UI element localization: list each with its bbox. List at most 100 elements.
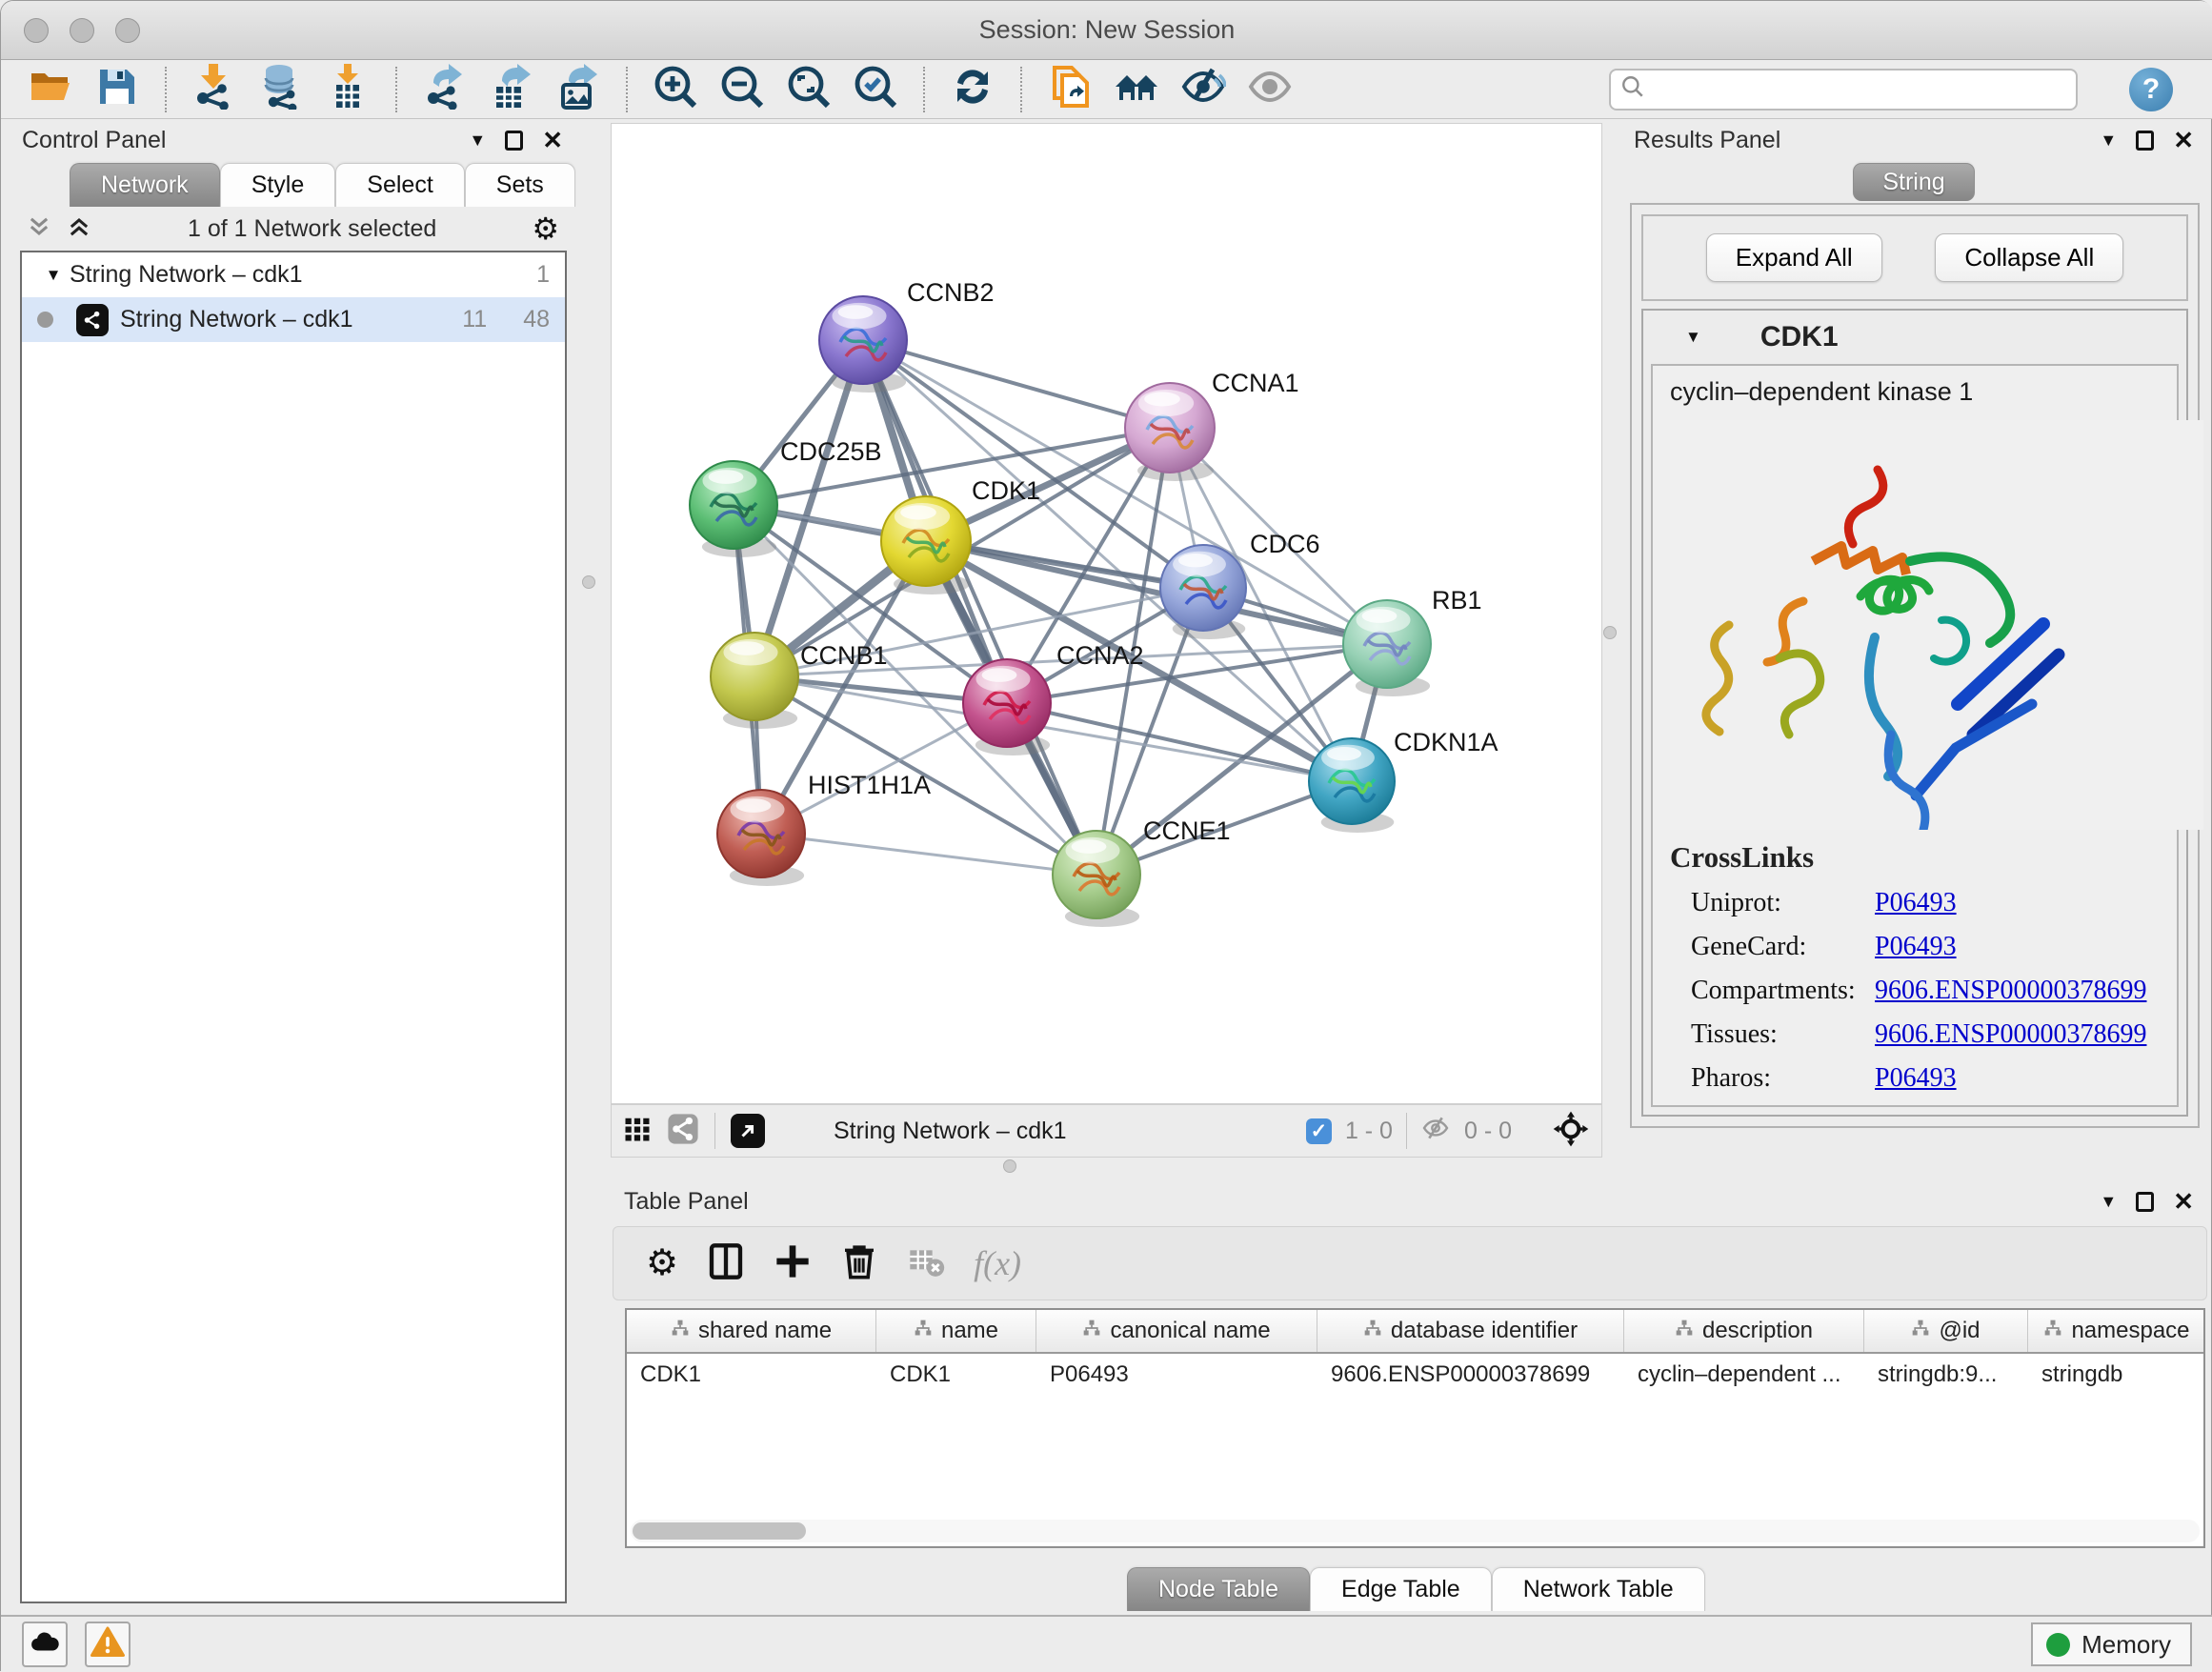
network-node-hist1h1a[interactable] [717,790,805,886]
add-column-icon[interactable] [774,1242,812,1285]
warning-status-button[interactable] [85,1622,131,1667]
collapse-all-icon[interactable] [26,213,52,245]
tab-network[interactable]: Network [70,163,220,207]
panel-close-icon[interactable]: ✕ [2173,128,2194,152]
network-canvas[interactable]: CCNB2CCNA1CDC25BCDK1CDC6RB1CCNB1CCNA2CDK… [611,123,1602,1104]
cloud-status-button[interactable] [22,1622,68,1667]
column-header[interactable]: @id [1864,1310,2028,1352]
import-network-database-button[interactable] [254,64,308,115]
splitter-grip[interactable] [1603,626,1617,639]
close-window-button[interactable] [24,18,49,43]
panel-menu-icon[interactable]: ▼ [2100,1192,2117,1212]
maximize-window-button[interactable] [115,18,140,43]
column-header[interactable]: namespace [2028,1310,2205,1352]
import-table-button[interactable] [321,64,374,115]
export-network-button[interactable] [418,64,472,115]
tab-node-table[interactable]: Node Table [1127,1567,1310,1611]
cell-description[interactable]: cyclin–dependent ... [1624,1354,1864,1396]
panel-menu-icon[interactable]: ▼ [469,131,486,151]
network-node-ccna1[interactable] [1125,383,1215,481]
network-node-cdk1[interactable] [881,496,971,594]
tab-style[interactable]: Style [220,163,336,207]
detach-view-button[interactable] [731,1114,765,1148]
tab-edge-table[interactable]: Edge Table [1310,1567,1492,1611]
crosslink-link[interactable]: 9606.ENSP00000378699 [1875,1019,2146,1050]
show-columns-icon[interactable] [707,1242,745,1285]
cell-id[interactable]: stringdb:9... [1864,1354,2028,1396]
tab-select[interactable]: Select [335,163,464,207]
expand-all-button[interactable]: Expand All [1706,233,1882,282]
cell-shared-name[interactable]: CDK1 [627,1354,876,1396]
network-share-icon[interactable] [667,1113,699,1150]
open-session-button[interactable] [24,64,77,115]
network-node-cdkn1a[interactable] [1309,738,1395,833]
hide-glass-button[interactable] [1176,64,1230,115]
network-node-ccne1[interactable] [1053,831,1140,927]
apply-layout-button[interactable] [946,64,999,115]
tab-network-table[interactable]: Network Table [1492,1567,1705,1611]
crosslink-link[interactable]: P06493 [1875,1063,1957,1094]
panel-close-icon[interactable]: ✕ [2173,1189,2194,1214]
crosslink-link[interactable]: 9606.ENSP00000378699 [1875,976,2146,1006]
delete-column-icon[interactable] [840,1242,878,1285]
export-table-button[interactable] [485,64,538,115]
splitter-grip[interactable] [582,575,595,589]
table-row[interactable]: CDK1 CDK1 P06493 9606.ENSP00000378699 cy… [627,1354,2203,1396]
help-button[interactable]: ? [2129,68,2173,111]
home-button[interactable] [1110,64,1163,115]
gear-icon[interactable]: ⚙ [532,213,559,244]
collapse-all-button[interactable]: Collapse All [1935,233,2123,282]
zoom-out-button[interactable] [715,64,769,115]
network-node-cdc6[interactable] [1160,545,1246,639]
panel-close-icon[interactable]: ✕ [542,128,563,152]
search-input[interactable] [1653,76,2053,103]
horizontal-scrollbar[interactable] [631,1520,2200,1542]
network-row[interactable]: String Network – cdk1 11 48 [22,297,565,342]
selected-checkbox-icon[interactable]: ✓ [1306,1118,1332,1144]
gene-entry-header[interactable]: ▼ CDK1 [1643,311,2186,364]
panel-float-icon[interactable] [2136,1192,2154,1212]
crosslink-link[interactable]: P06493 [1875,888,1957,918]
column-header[interactable]: shared name [627,1310,876,1352]
expand-all-icon[interactable] [66,213,92,245]
zoom-selected-button[interactable] [849,64,902,115]
column-header[interactable]: database identifier [1317,1310,1624,1352]
network-node-ccnb1[interactable] [711,633,798,729]
save-session-button[interactable] [90,64,144,115]
table-settings-gear-icon[interactable]: ⚙ [646,1245,678,1281]
open-recent-session-button[interactable] [1043,64,1096,115]
column-header[interactable]: name [876,1310,1036,1352]
crosslink-link[interactable]: P06493 [1875,932,1957,962]
cell-canonical-name[interactable]: P06493 [1036,1354,1317,1396]
network-graph[interactable]: CCNB2CCNA1CDC25BCDK1CDC6RB1CCNB1CCNA2CDK… [612,124,1601,1103]
network-node-cdc25b[interactable] [690,461,777,557]
birdseye-grid-icon[interactable] [623,1115,652,1148]
toolbar-search[interactable] [1609,69,2078,111]
tab-sets[interactable]: Sets [465,163,575,207]
collapse-triangle-icon[interactable]: ▼ [1685,328,1701,347]
splitter-grip[interactable] [1003,1159,1016,1173]
network-collection-row[interactable]: ▼ String Network – cdk1 1 [22,252,565,297]
network-node-rb1[interactable] [1343,600,1431,696]
cell-database-identifier[interactable]: 9606.ENSP00000378699 [1317,1354,1624,1396]
panel-float-icon[interactable] [2136,131,2154,151]
network-node-ccna2[interactable] [963,659,1051,755]
export-image-button[interactable] [552,64,605,115]
minimize-window-button[interactable] [70,18,94,43]
column-header[interactable]: description [1624,1310,1864,1352]
scrollbar-thumb[interactable] [633,1522,806,1540]
column-header[interactable]: canonical name [1036,1310,1317,1352]
fit-selected-crosshair-icon[interactable] [1552,1110,1590,1153]
cell-namespace[interactable]: stringdb [2028,1354,2205,1396]
panel-menu-icon[interactable]: ▼ [2100,131,2117,151]
panel-float-icon[interactable] [505,131,523,151]
import-network-file-button[interactable] [188,64,241,115]
tab-string[interactable]: String [1853,163,1974,201]
show-glass-button[interactable] [1243,64,1297,115]
zoom-fit-button[interactable] [782,64,835,115]
collapse-triangle-icon[interactable]: ▼ [46,266,62,285]
attribute-type-icon [1911,1318,1930,1344]
zoom-in-button[interactable] [649,64,702,115]
memory-button[interactable]: Memory [2031,1622,2192,1666]
cell-name[interactable]: CDK1 [876,1354,1036,1396]
